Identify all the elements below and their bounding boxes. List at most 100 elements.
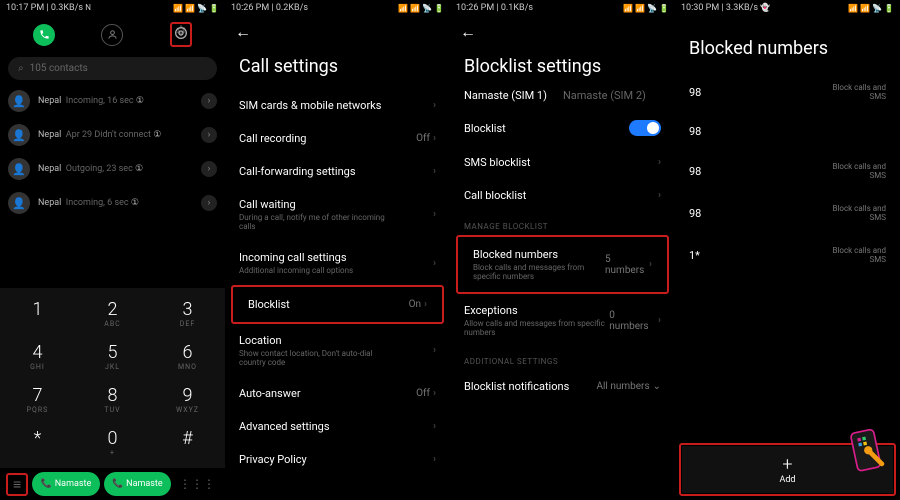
settings-row[interactable]: Call-forwarding settings › — [225, 155, 450, 188]
call-label: Namaste — [126, 479, 162, 489]
blocked-number-row[interactable]: 98 — [675, 113, 900, 150]
avatar-icon: 👤 — [8, 158, 30, 180]
blocked-number-row[interactable]: 98 Block calls and SMS — [675, 192, 900, 234]
row-label: SIM cards & mobile networks — [239, 99, 381, 112]
settings-list: SIM cards & mobile networks › Call recor… — [225, 89, 450, 476]
wifi-icon: 📡 — [647, 4, 657, 13]
blocked-number: 98 — [689, 207, 701, 220]
blocked-desc: Block calls and SMS — [816, 204, 886, 222]
call-button-sim2[interactable]: 📞 Namaste — [104, 472, 171, 496]
row-label: Blocklist notifications — [464, 380, 569, 393]
chevron-right-icon[interactable]: › — [201, 93, 217, 109]
sim-tab-1[interactable]: Namaste (SIM 1) — [464, 89, 547, 102]
settings-row[interactable]: SIM cards & mobile networks › — [225, 89, 450, 122]
dialpad-key-*[interactable]: * — [0, 421, 75, 464]
battery-icon: 🔋 — [884, 4, 894, 13]
status-speed: 0.2KB/s — [276, 3, 308, 13]
blocked-number-row[interactable]: 98 Block calls and SMS — [675, 150, 900, 192]
signal-icon: 📶 — [410, 4, 420, 13]
back-button[interactable]: ← — [235, 22, 251, 41]
highlight-blocked-numbers: Blocked numbersBlock calls and messages … — [456, 235, 669, 294]
chevron-right-icon[interactable]: › — [201, 195, 217, 211]
settings-button[interactable] — [173, 31, 189, 44]
row-value: › — [433, 166, 436, 177]
status-speed: 3.3KB/s — [726, 3, 758, 13]
toggle-switch[interactable] — [629, 120, 661, 136]
dialpad-key-5[interactable]: 5JKL — [75, 335, 150, 378]
status-time: 10:26 PM — [231, 3, 269, 13]
dialpad-key-4[interactable]: 4GHI — [0, 335, 75, 378]
tab-contacts[interactable] — [101, 24, 123, 46]
chevron-right-icon[interactable]: › — [201, 127, 217, 143]
settings-row[interactable]: Blocklist — [450, 110, 675, 146]
settings-row[interactable]: SMS blocklist › — [450, 146, 675, 179]
blocked-numbers-list: 98 Block calls and SMS 98 98 Block calls… — [675, 71, 900, 276]
dialpad-key-8[interactable]: 8TUV — [75, 378, 150, 421]
row-blocklist-notifications[interactable]: Blocklist notifications All numbers ⌄ — [450, 370, 675, 403]
chevron-right-icon[interactable]: › — [201, 161, 217, 177]
page-title: Call settings — [225, 48, 450, 89]
blocked-number-row[interactable]: 1* Block calls and SMS — [675, 234, 900, 276]
search-input[interactable]: ⌕ 105 contacts — [8, 57, 217, 80]
settings-row[interactable]: Advanced settings › — [225, 410, 450, 443]
chevron-right-icon: › — [433, 133, 436, 144]
row-label: Incoming call settings — [239, 251, 353, 264]
status-bar: 10:26 PM | 0.2KB/s 📶📶📡🔋 — [225, 0, 450, 16]
chevron-right-icon: › — [658, 190, 661, 201]
row-label: Location — [239, 334, 389, 347]
signal-icon: 📶 — [848, 4, 858, 13]
avatar-icon: 👤 — [8, 90, 30, 112]
tab-dialer[interactable] — [33, 24, 55, 46]
dialpad-key-2[interactable]: 2ABC — [75, 292, 150, 335]
back-button[interactable]: ← — [460, 22, 476, 41]
call-log-row[interactable]: 👤 Nepal Incoming, 16 sec ① › — [0, 84, 225, 118]
row-label: Call recording — [239, 132, 306, 145]
settings-row[interactable]: Blocked numbersBlock calls and messages … — [459, 238, 666, 291]
row-value: › — [433, 421, 436, 432]
row-value: 0 numbers › — [609, 310, 661, 332]
blocked-number: 98 — [689, 125, 701, 138]
screen-call-settings: 10:26 PM | 0.2KB/s 📶📶📡🔋 ← Call settings … — [225, 0, 450, 500]
chevron-right-icon: › — [658, 157, 661, 168]
dialpad-toggle[interactable]: ⋮⋮⋮ — [175, 477, 219, 491]
row-value: › — [433, 209, 436, 220]
blocked-number-row[interactable]: 98 Block calls and SMS — [675, 71, 900, 113]
settings-row[interactable]: ExceptionsAllow calls and messages from … — [450, 294, 675, 347]
settings-row[interactable]: LocationShow contact location, Don't aut… — [225, 324, 450, 377]
plus-icon: + — [782, 454, 792, 475]
dialpad-key-3[interactable]: 3DEF — [150, 292, 225, 335]
row-label: Exceptions — [464, 304, 609, 317]
dialpad-key-9[interactable]: 9WXYZ — [150, 378, 225, 421]
settings-row[interactable]: Incoming call settingsAdditional incomin… — [225, 241, 450, 285]
add-button[interactable]: + Add — [682, 446, 893, 493]
signal-icon: 📶 — [398, 4, 408, 13]
dialpad-key-0[interactable]: 0+ — [75, 421, 150, 464]
dialpad-key-1[interactable]: 1 — [0, 292, 75, 335]
chevron-right-icon: › — [424, 299, 427, 310]
chevron-right-icon: › — [433, 209, 436, 220]
dialpad-key-6[interactable]: 6MNO — [150, 335, 225, 378]
dialpad-key-#[interactable]: # — [150, 421, 225, 464]
highlight-add: + Add — [679, 443, 896, 496]
battery-icon: 🔋 — [659, 4, 669, 13]
sim-tab-2[interactable]: Namaste (SIM 2) — [563, 89, 646, 102]
row-value: On › — [409, 299, 427, 310]
menu-button[interactable]: ≡ — [9, 477, 25, 493]
dialpad-key-7[interactable]: 7PQRS — [0, 378, 75, 421]
settings-row[interactable]: Call recording Off › — [225, 122, 450, 155]
row-label: Advanced settings — [239, 420, 330, 433]
status-time: 10:26 PM — [456, 3, 494, 13]
call-log-row[interactable]: 👤 Nepal Incoming, 6 sec ① › — [0, 186, 225, 220]
settings-row[interactable]: Call blocklist › — [450, 179, 675, 212]
nfc-icon: N — [85, 3, 91, 12]
settings-row[interactable]: Blocklist On › — [234, 288, 441, 321]
call-button-sim1[interactable]: 📞 Namaste — [32, 472, 99, 496]
settings-row[interactable]: Call waitingDuring a call, notify me of … — [225, 188, 450, 241]
call-log-row[interactable]: 👤 Nepal Apr 29 Didn't connect ① › — [0, 118, 225, 152]
chevron-right-icon: › — [433, 454, 436, 465]
chevron-right-icon: › — [433, 345, 436, 356]
settings-row[interactable]: Privacy Policy › — [225, 443, 450, 476]
settings-row[interactable]: Auto-answer Off › — [225, 377, 450, 410]
call-log-row[interactable]: 👤 Nepal Outgoing, 23 sec ① › — [0, 152, 225, 186]
page-title: Blocklist settings — [450, 48, 675, 89]
